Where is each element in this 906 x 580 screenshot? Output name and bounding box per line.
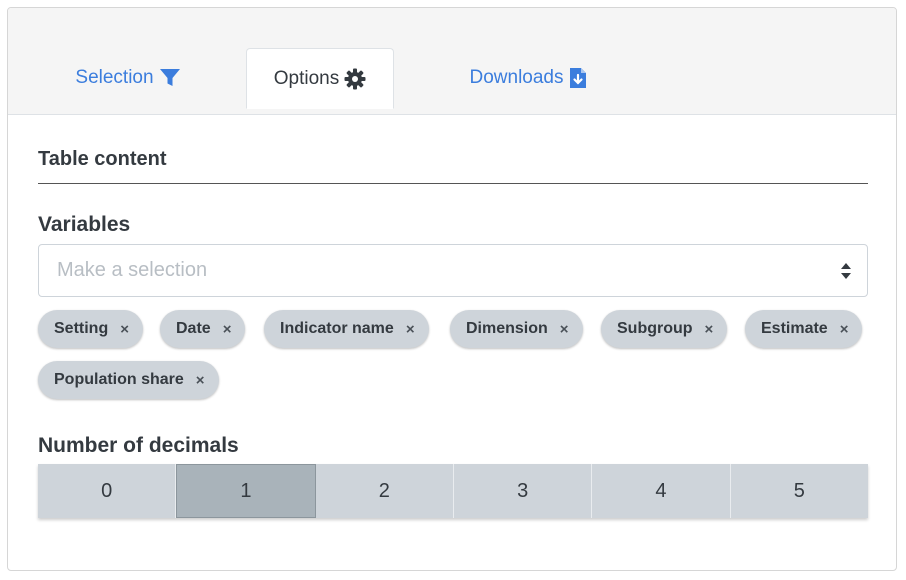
chip-subgroup: Subgroup ×: [601, 310, 728, 348]
chip-setting: Setting ×: [38, 310, 143, 348]
options-panel: Selection Options Downloads Table conten…: [7, 7, 897, 571]
sort-caret-icon: [840, 262, 852, 285]
tab-options[interactable]: Options: [246, 48, 394, 109]
remove-chip-icon[interactable]: ×: [120, 321, 129, 338]
chip-label: Dimension: [466, 320, 548, 337]
tab-downloads[interactable]: Downloads: [438, 48, 618, 108]
chip-label: Indicator name: [280, 320, 394, 337]
tab-bar: Selection Options Downloads: [8, 8, 896, 115]
file-download-icon: [569, 67, 587, 89]
tab-downloads-label: Downloads: [469, 67, 564, 88]
remove-chip-icon[interactable]: ×: [196, 372, 205, 389]
section-divider: [38, 183, 868, 184]
decimals-option-1[interactable]: 1: [176, 464, 316, 518]
decimals-label: Number of decimals: [38, 434, 239, 457]
chip-label: Setting: [54, 320, 109, 337]
decimals-option-5[interactable]: 5: [730, 464, 868, 518]
remove-chip-icon[interactable]: ×: [705, 321, 714, 338]
tab-options-label: Options: [273, 67, 340, 89]
remove-chip-icon[interactable]: ×: [840, 321, 849, 338]
decimals-option-4[interactable]: 4: [592, 464, 731, 518]
chip-estimate: Estimate ×: [745, 310, 863, 348]
chip-date: Date ×: [160, 310, 246, 348]
remove-chip-icon[interactable]: ×: [406, 321, 415, 338]
remove-chip-icon[interactable]: ×: [223, 321, 232, 338]
chip-indicator-name: Indicator name ×: [264, 310, 429, 348]
filter-icon: [159, 68, 181, 88]
tab-selection[interactable]: Selection: [38, 48, 218, 108]
variables-label: Variables: [38, 213, 131, 236]
tab-selection-label: Selection: [75, 67, 154, 88]
section-title: Table content: [38, 148, 167, 170]
chip-dimension: Dimension ×: [450, 310, 583, 348]
decimals-option-3[interactable]: 3: [453, 464, 593, 518]
chip-label: Population share: [54, 371, 184, 388]
variables-select-placeholder: Make a selection: [57, 259, 208, 281]
decimals-option-2[interactable]: 2: [315, 464, 454, 518]
chip-label: Date: [176, 320, 211, 337]
remove-chip-icon[interactable]: ×: [560, 321, 569, 338]
variables-select[interactable]: Make a selection: [38, 244, 868, 297]
chip-label: Estimate: [761, 320, 828, 337]
decimals-button-group: 0 1 2 3 4 5: [38, 464, 868, 518]
chip-label: Subgroup: [617, 320, 693, 337]
chip-population-share: Population share ×: [38, 361, 219, 399]
decimals-option-0[interactable]: 0: [38, 464, 177, 518]
gear-icon: [344, 68, 366, 90]
